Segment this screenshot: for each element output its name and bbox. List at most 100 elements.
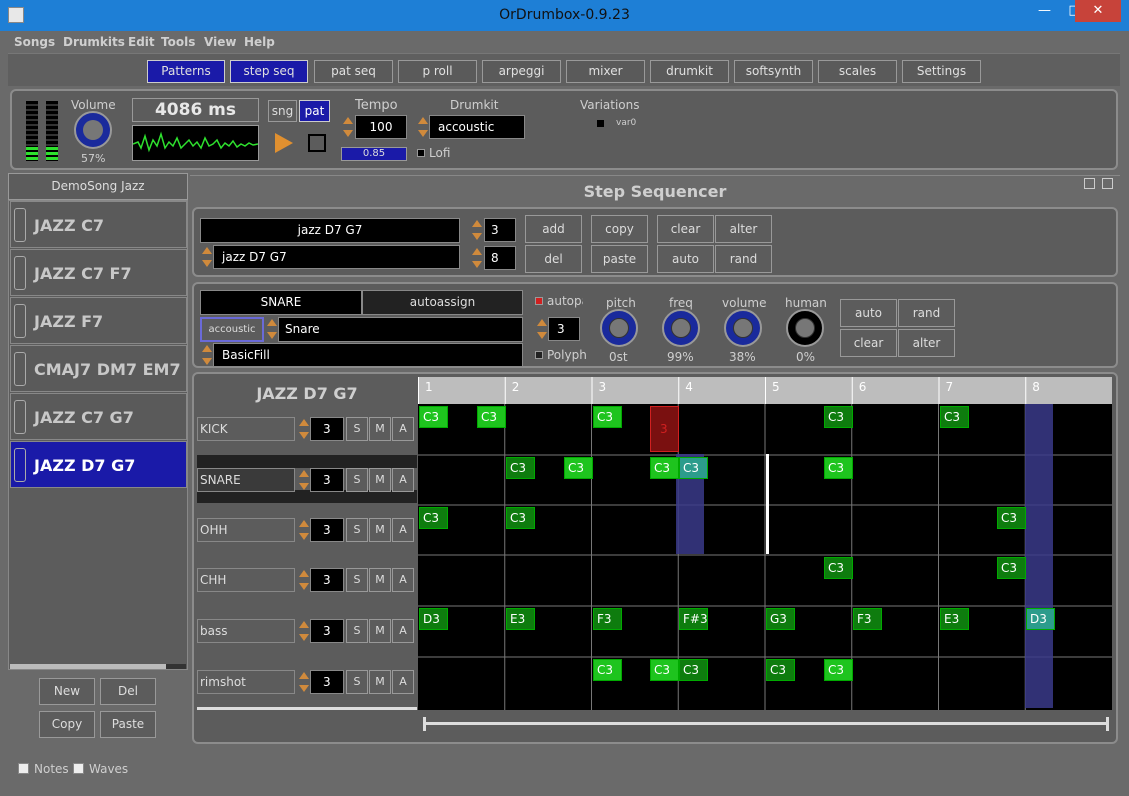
autopan-checkbox[interactable] (535, 297, 543, 305)
solo-button[interactable]: S (346, 670, 368, 694)
row-spinner-icon[interactable] (298, 518, 309, 542)
step-grid[interactable]: C3 C3 C3 3 C3 C3 C3 C3 C3 C3 C3 C3 C3 C3 C3 C3 D3 E3 F3 F#3… (418, 404, 1112, 710)
step-note[interactable]: C3 (766, 659, 795, 681)
step-note[interactable]: C3 (506, 457, 535, 479)
tab-arpeggi[interactable]: arpeggi (482, 60, 561, 83)
tab-mixer[interactable]: mixer (566, 60, 645, 83)
song-pattern-item[interactable]: JAZZ C7 (10, 201, 187, 248)
freq-knob[interactable] (662, 309, 700, 347)
close-icon[interactable]: ✕ (1075, 0, 1121, 22)
song-list-scrollbar[interactable] (10, 664, 186, 669)
stop-icon[interactable] (308, 134, 326, 152)
variation-marker-icon[interactable] (597, 120, 604, 127)
human-knob[interactable] (786, 309, 824, 347)
drumkit-field[interactable]: accoustic (429, 115, 525, 139)
step-note[interactable]: 3 (650, 406, 679, 452)
row-spinner-icon[interactable] (298, 468, 309, 492)
minimize-icon[interactable]: — (1029, 0, 1060, 22)
step-note[interactable]: C3 (506, 507, 535, 529)
step-note[interactable]: C3 (593, 659, 622, 681)
bar-ruler[interactable]: 1 2 3 4 5 6 7 8 (418, 377, 1112, 404)
row-spinner-icon[interactable] (298, 568, 309, 592)
pattern-val2-field[interactable]: 8 (484, 246, 516, 270)
instrument-alter-button[interactable]: alter (898, 329, 955, 357)
volume-knob[interactable] (74, 111, 112, 149)
lofi-checkbox[interactable] (417, 149, 425, 157)
tab-step-seq[interactable]: step seq (230, 60, 308, 83)
song-pattern-item[interactable]: JAZZ C7 G7 (10, 393, 187, 440)
pattern-mode-button[interactable]: pat (299, 100, 330, 122)
step-note[interactable]: E3 (940, 608, 969, 630)
menu-help[interactable]: Help (244, 35, 275, 49)
tab-scales[interactable]: scales (818, 60, 897, 83)
step-note[interactable]: C3 (824, 457, 853, 479)
mute-button[interactable]: M (369, 417, 391, 441)
step-note[interactable]: F#3 (679, 608, 708, 630)
instrument-row-name[interactable]: bass (197, 619, 295, 643)
accent-button[interactable]: A (392, 468, 414, 492)
autoassign-button[interactable]: autoassign (362, 290, 523, 315)
step-note[interactable]: F3 (853, 608, 882, 630)
step-note[interactable]: E3 (506, 608, 535, 630)
step-note[interactable]: C3 (419, 406, 448, 428)
row-value-field[interactable]: 3 (310, 468, 344, 492)
accent-button[interactable]: A (392, 670, 414, 694)
del-button[interactable]: Del (100, 678, 156, 705)
drag-handle-icon[interactable] (14, 208, 26, 242)
step-note[interactable]: C3 (679, 457, 708, 479)
step-note[interactable]: C3 (824, 659, 853, 681)
copy-pattern-button[interactable]: copy (591, 215, 648, 243)
mute-button[interactable]: M (369, 468, 391, 492)
horizontal-scrollbar[interactable] (421, 713, 1111, 731)
mute-button[interactable]: M (369, 619, 391, 643)
tempo-spinner-icon[interactable] (342, 115, 353, 139)
row-value-field[interactable]: 3 (310, 568, 344, 592)
alter-pattern-button[interactable]: alter (715, 215, 772, 243)
fill-spinner-icon[interactable] (201, 343, 212, 367)
drag-handle-icon[interactable] (14, 352, 26, 386)
accent-button[interactable]: A (392, 619, 414, 643)
step-note[interactable]: C3 (824, 406, 853, 428)
solo-button[interactable]: S (346, 417, 368, 441)
step-note[interactable]: C3 (593, 406, 622, 428)
song-pattern-item[interactable]: JAZZ C7 F7 (10, 249, 187, 296)
instrument-kit-button[interactable]: accoustic (200, 317, 264, 342)
pattern-val2-spinner-icon[interactable] (471, 246, 482, 270)
step-note[interactable]: C3 (650, 659, 679, 681)
drag-handle-icon[interactable] (14, 304, 26, 338)
tab-settings[interactable]: Settings (902, 60, 981, 83)
play-icon[interactable] (275, 133, 293, 153)
step-note[interactable]: C3 (679, 659, 708, 681)
detach-panel-icon[interactable] (1102, 178, 1113, 189)
instrument-volume-knob[interactable] (724, 309, 762, 347)
pattern-name-field[interactable]: jazz D7 G7 (200, 218, 460, 243)
rand-pattern-button[interactable]: rand (715, 245, 772, 273)
instrument-auto-button[interactable]: auto (840, 299, 897, 327)
polyphony-checkbox[interactable] (535, 351, 543, 359)
drumkit-spinner-icon[interactable] (417, 115, 428, 139)
accent-button[interactable]: A (392, 568, 414, 592)
instrument-row-name[interactable]: OHH (197, 518, 295, 542)
row-spinner-icon[interactable] (298, 619, 309, 643)
step-note[interactable]: C3 (477, 406, 506, 428)
instrument-clear-button[interactable]: clear (840, 329, 897, 357)
pitch-knob[interactable] (600, 309, 638, 347)
step-note[interactable]: C3 (940, 406, 969, 428)
solo-button[interactable]: S (346, 468, 368, 492)
add-button[interactable]: add (525, 215, 582, 243)
song-mode-button[interactable]: sng (268, 100, 297, 122)
paste-pattern-button[interactable]: paste (591, 245, 648, 273)
paste-button[interactable]: Paste (100, 711, 156, 738)
menu-view[interactable]: View (204, 35, 236, 49)
fill-select-field[interactable]: BasicFill (213, 343, 523, 367)
song-pattern-item-selected[interactable]: JAZZ D7 G7 (10, 441, 187, 488)
menu-tools[interactable]: Tools (161, 35, 195, 49)
step-note[interactable]: C3 (824, 557, 853, 579)
song-pattern-item[interactable]: CMAJ7 DM7 EM7 A (10, 345, 187, 392)
row-value-field[interactable]: 3 (310, 417, 344, 441)
tab-drumkit[interactable]: drumkit (650, 60, 729, 83)
auto-pattern-button[interactable]: auto (657, 245, 714, 273)
song-pattern-item[interactable]: JAZZ F7 (10, 297, 187, 344)
step-note[interactable]: D3 (1026, 608, 1055, 630)
step-note[interactable]: C3 (997, 507, 1026, 529)
